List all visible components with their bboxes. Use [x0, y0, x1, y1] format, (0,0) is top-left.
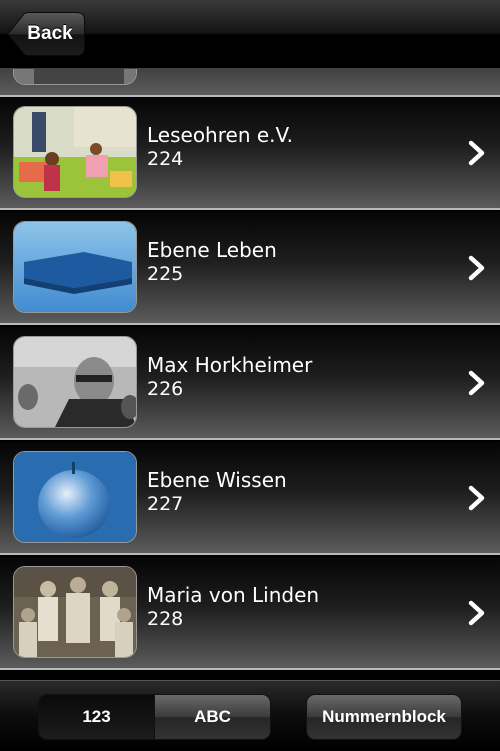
alpha-mode-tab[interactable]: ABC — [154, 695, 270, 739]
item-number: 226 — [147, 378, 184, 400]
list-item[interactable]: Max Horkheimer 226 — [0, 327, 500, 440]
number-pad-button[interactable]: Nummernblock — [306, 694, 462, 740]
chevron-right-icon — [468, 600, 485, 626]
content-list: Leseohren e.V. 224 Ebene Leben 225 Max H… — [0, 0, 500, 680]
back-button-label: Back — [27, 23, 73, 44]
input-mode-segmented-control: 123 ABC — [38, 694, 271, 740]
list-item[interactable]: Ebene Wissen 227 — [0, 442, 500, 555]
item-number: 225 — [147, 263, 184, 285]
list-item[interactable]: Ebene Leben 225 — [0, 212, 500, 325]
chevron-right-icon — [468, 255, 485, 281]
item-title: Max Horkheimer — [147, 353, 313, 377]
item-title: Ebene Leben — [147, 238, 277, 262]
list-item[interactable]: Maria von Linden 228 — [0, 557, 500, 670]
item-number: 224 — [147, 148, 184, 170]
historic-group-thumbnail — [13, 566, 137, 658]
bottom-toolbar: 123 ABC Nummernblock — [0, 680, 500, 751]
children-classroom-thumbnail — [13, 106, 137, 198]
chevron-right-icon — [468, 370, 485, 396]
blue-apple-thumbnail — [13, 451, 137, 543]
blue-puzzle-thumbnail — [13, 221, 137, 313]
item-number: 227 — [147, 493, 184, 515]
item-title: Leseohren e.V. — [147, 123, 293, 147]
numeric-mode-tab[interactable]: 123 — [39, 695, 154, 739]
chevron-right-icon — [468, 140, 485, 166]
item-title: Ebene Wissen — [147, 468, 287, 492]
portrait-thumbnail — [13, 336, 137, 428]
chevron-right-icon — [468, 485, 485, 511]
back-button[interactable]: Back — [7, 12, 85, 56]
navigation-bar: Back — [0, 0, 500, 69]
list-item[interactable]: Leseohren e.V. 224 — [0, 97, 500, 210]
item-title: Maria von Linden — [147, 583, 320, 607]
item-number: 228 — [147, 608, 184, 630]
